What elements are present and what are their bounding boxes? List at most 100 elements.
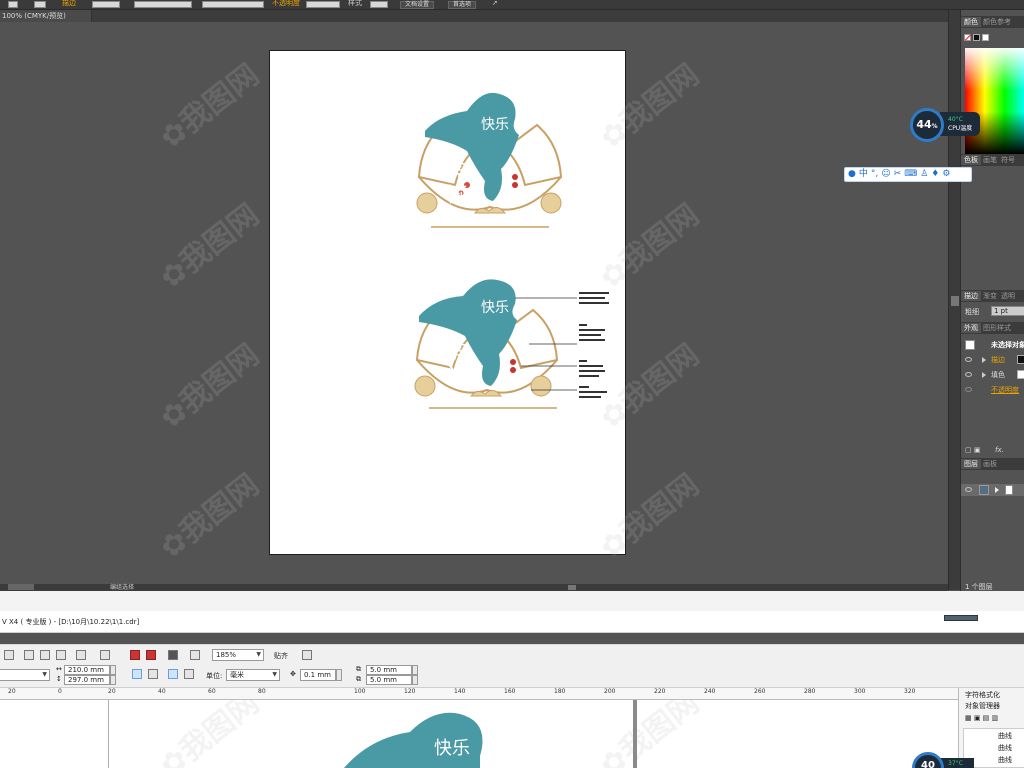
zoom-box[interactable] bbox=[8, 584, 34, 590]
none-swatch[interactable] bbox=[964, 34, 971, 41]
docker-tab-char-format[interactable]: 字符格式化 bbox=[965, 690, 1000, 700]
tab-appearance[interactable]: 外观 bbox=[961, 323, 981, 333]
tab-layers[interactable]: 图层 bbox=[961, 459, 981, 469]
user-icon[interactable]: ● bbox=[848, 168, 856, 181]
document-tab[interactable]: 100% (CMYK/预览) bbox=[0, 10, 92, 22]
keyboard-icon[interactable]: ⌨ bbox=[904, 168, 917, 181]
fx-button[interactable]: fx. bbox=[995, 446, 1004, 454]
shirt-icon[interactable]: ♦ bbox=[931, 168, 939, 181]
tab-brushes[interactable]: 画笔 bbox=[981, 156, 999, 164]
layer-row[interactable] bbox=[961, 484, 1024, 496]
expand-icon[interactable] bbox=[982, 357, 986, 363]
tree-item[interactable]: 曲线 bbox=[998, 743, 1012, 753]
export-icon[interactable] bbox=[146, 650, 156, 660]
portrait-icon[interactable] bbox=[132, 669, 142, 679]
variable-width-select[interactable] bbox=[134, 1, 192, 8]
paste-icon[interactable] bbox=[56, 650, 66, 660]
tab-swatches[interactable]: 色板 bbox=[961, 155, 981, 165]
stroke-panel-tabs[interactable]: 描边 渐变 透明 bbox=[961, 290, 1024, 302]
expand-icon[interactable] bbox=[995, 487, 999, 493]
spin-control[interactable] bbox=[110, 675, 116, 685]
welcome-icon[interactable] bbox=[190, 650, 200, 660]
appearance-stroke-row[interactable]: 描边 bbox=[991, 355, 1005, 365]
opacity-input[interactable] bbox=[306, 1, 340, 8]
ai-vertical-scrollbar[interactable] bbox=[948, 10, 960, 590]
page-width-input[interactable]: 210.0 mm bbox=[64, 665, 110, 675]
stroke-label[interactable]: 描边 bbox=[62, 0, 76, 8]
gear-icon[interactable]: ⚙ bbox=[942, 168, 950, 181]
scroll-thumb[interactable] bbox=[951, 296, 959, 306]
preferences-button[interactable]: 首选项 bbox=[448, 1, 477, 9]
expand-icon[interactable] bbox=[982, 372, 986, 378]
white-swatch[interactable] bbox=[982, 34, 989, 41]
brush-select[interactable] bbox=[202, 1, 264, 8]
all-pages-icon[interactable] bbox=[168, 669, 178, 679]
style-select[interactable] bbox=[370, 1, 388, 8]
reading-artwork-annotated[interactable]: 快乐 阅读 bbox=[411, 276, 616, 416]
stroke-swatch[interactable] bbox=[34, 1, 46, 8]
docker-tab-object-manager[interactable]: 对象管理器 bbox=[965, 701, 1000, 711]
window-control[interactable] bbox=[944, 615, 978, 621]
appearance-fill-row[interactable]: 填色 bbox=[991, 370, 1005, 380]
landscape-icon[interactable] bbox=[148, 669, 158, 679]
current-page-icon[interactable] bbox=[184, 669, 194, 679]
layers-panel-tabs[interactable]: 图层 画板 bbox=[961, 458, 1024, 470]
color-panel-tabs[interactable]: 颜色 颜色参考 bbox=[961, 16, 1024, 28]
new-square-icon[interactable]: ▢ ▣ bbox=[965, 446, 980, 454]
undo-icon[interactable] bbox=[76, 650, 86, 660]
tab-color-guide[interactable]: 颜色参考 bbox=[981, 18, 1013, 26]
stroke-weight-select[interactable] bbox=[92, 1, 120, 8]
coreldraw-canvas[interactable]: 快乐 ✿我图网 ✿我图网 bbox=[0, 700, 958, 768]
arrange-icon[interactable]: ➚ bbox=[492, 0, 498, 8]
eye-icon[interactable] bbox=[965, 357, 972, 362]
cpu-temp-widget-2[interactable]: 37°C 40 bbox=[912, 752, 976, 768]
person-icon[interactable]: ♙ bbox=[920, 168, 928, 181]
cut-icon[interactable] bbox=[24, 650, 34, 660]
stroke-weight-input[interactable]: 1 pt bbox=[991, 306, 1024, 316]
artboard[interactable]: 快乐 阅读 快乐 阅读 bbox=[269, 50, 626, 555]
lang-toggle[interactable]: 中 bbox=[859, 168, 868, 181]
spin-control[interactable] bbox=[336, 669, 342, 681]
launcher-icon[interactable] bbox=[168, 650, 178, 660]
tree-item[interactable]: 曲线 bbox=[998, 731, 1012, 741]
nudge-input[interactable]: 0.1 mm bbox=[300, 669, 336, 681]
guideline[interactable] bbox=[108, 700, 109, 768]
redo-icon[interactable] bbox=[100, 650, 110, 660]
fill-color-swatch[interactable] bbox=[1017, 370, 1024, 379]
copy-icon[interactable] bbox=[40, 650, 50, 660]
swatches-panel-tabs[interactable]: 色板 画笔 符号 bbox=[961, 154, 1024, 166]
tab-gradient[interactable]: 渐变 bbox=[981, 292, 999, 300]
punct-icon[interactable]: °, bbox=[871, 168, 878, 181]
print-icon[interactable] bbox=[4, 650, 14, 660]
import-icon[interactable] bbox=[130, 650, 140, 660]
doc-setup-button[interactable]: 文档设置 bbox=[400, 1, 435, 9]
fill-swatch[interactable] bbox=[8, 1, 18, 8]
reading-artwork-zoomed[interactable]: 快乐 bbox=[330, 708, 500, 768]
duplicate-y-input[interactable]: 5.0 mm bbox=[366, 675, 412, 685]
cpu-temp-widget[interactable]: 40°C CPU温度 44% bbox=[908, 106, 980, 142]
tab-color[interactable]: 颜色 bbox=[961, 17, 981, 27]
ime-toolbar[interactable]: ● 中 °, ☺ ✂ ⌨ ♙ ♦ ⚙ bbox=[844, 167, 972, 182]
stroke-color-swatch[interactable] bbox=[1017, 355, 1024, 364]
spin-control[interactable] bbox=[110, 665, 116, 675]
eye-icon[interactable] bbox=[965, 487, 972, 492]
options-icon[interactable] bbox=[302, 650, 312, 660]
tab-symbols[interactable]: 符号 bbox=[999, 156, 1017, 164]
snap-dropdown[interactable]: 贴齐 bbox=[274, 651, 288, 661]
duplicate-x-input[interactable]: 5.0 mm bbox=[366, 665, 412, 675]
docker-icons[interactable]: ▦ ▣ ▤ ▥ bbox=[965, 714, 998, 722]
tab-artboards[interactable]: 画板 bbox=[981, 460, 999, 468]
tree-item[interactable]: 曲线 bbox=[998, 755, 1012, 765]
paper-size-select[interactable]: ▼ bbox=[0, 669, 50, 681]
reading-artwork-top[interactable]: 快乐 阅读 bbox=[415, 89, 565, 234]
appearance-opacity-row[interactable]: 不透明度 bbox=[991, 385, 1019, 395]
spin-control[interactable] bbox=[412, 675, 418, 685]
tab-graphic-styles[interactable]: 图形样式 bbox=[981, 324, 1013, 332]
spin-control[interactable] bbox=[412, 665, 418, 675]
tab-stroke[interactable]: 描边 bbox=[961, 291, 981, 301]
page-height-input[interactable]: 297.0 mm bbox=[64, 675, 110, 685]
tab-transparency[interactable]: 透明 bbox=[999, 292, 1017, 300]
ai-canvas[interactable]: 快乐 阅读 快乐 阅读 ✿我图网 ✿我图网 ✿我图网 ✿我图网 ✿我图网 ✿我图… bbox=[0, 22, 948, 584]
eye-icon[interactable] bbox=[965, 372, 972, 377]
zoom-select[interactable]: 185% ▼ bbox=[212, 649, 264, 661]
